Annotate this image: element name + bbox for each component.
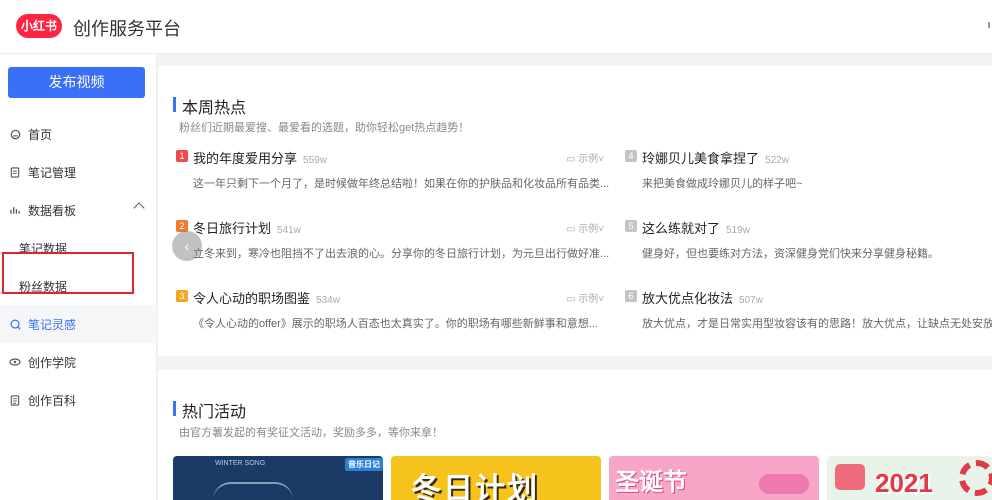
topic-count: 541w	[277, 225, 301, 236]
activity-card[interactable]: 圣诞节	[609, 456, 819, 500]
section-accent-bar	[173, 401, 176, 416]
example-link[interactable]: ▭ 示例˅	[566, 150, 604, 165]
hot-activities-panel: 热门活动 由官方薯发起的有奖征文活动，奖励多多，等你来拿！ WINTER SON…	[158, 370, 992, 500]
topic-description: 放大优点，才是日常实用型妆容该有的思路！放大优点，让缺点无处安放	[642, 318, 992, 330]
topic-description: 这一年只剩下一个月了，是时候做年终总结啦！如果在你的护肤品和化妆品所有品类...	[193, 178, 610, 190]
sidebar-item-label: 数据看板	[28, 203, 77, 218]
topic-title[interactable]: 冬日旅行计划 541w	[193, 218, 301, 237]
topic-description: 来把美食做成玲娜贝儿的样子吧~	[642, 178, 803, 190]
topic-description: 《令人心动的offer》展示的职场人百态也太真实了。你的职场有哪些新鲜事和意想.…	[193, 318, 598, 330]
sidebar-item-encyclopedia[interactable]: 创作百科	[0, 381, 157, 419]
topic-title[interactable]: 令人心动的职场图鉴 534w	[193, 288, 340, 307]
top-bar: 小红书 创作服务平台	[0, 0, 992, 54]
topic-title[interactable]: 我的年度爱用分享 559w	[193, 148, 327, 167]
sidebar-item-label: 首页	[28, 127, 53, 142]
sidebar-item-label: 粉丝数据	[19, 279, 68, 294]
menu-icon[interactable]	[988, 22, 992, 28]
rank-badge: 1	[176, 150, 188, 162]
topic-description: 健身好，但也要练对方法，资深健身党们快来分享健身秘籍。	[642, 248, 939, 260]
hot-topic-item[interactable]: 6 放大优点化妆法 507w 放大优点，才是日常实用型妆容该有的思路！放大优点，让…	[625, 290, 992, 350]
rank-badge: 6	[625, 290, 637, 302]
sidebar-item-note-data[interactable]: 笔记数据	[0, 229, 157, 267]
topic-title[interactable]: 玲娜贝儿美食拿捏了 522w	[642, 148, 789, 167]
topic-count: 559w	[303, 155, 327, 166]
hot-topic-item[interactable]: 1 我的年度爱用分享 559w ▭ 示例˅ 这一年只剩下一个月了，是时候做年终总结…	[176, 150, 616, 210]
sidebar-item-note-management[interactable]: 笔记管理	[0, 153, 157, 191]
card-decoration	[213, 482, 293, 500]
weekly-hot-panel: 本周热点 粉丝们近期最爱搜、最爱看的选题，助你轻松get热点趋势！ 1 我的年度…	[158, 66, 992, 356]
rank-badge: 3	[176, 290, 188, 302]
note-icon	[9, 166, 21, 178]
topic-title[interactable]: 这么练就对了 519w	[642, 218, 750, 237]
card-caption: 2021	[875, 468, 933, 498]
hot-topic-item[interactable]: 4 玲娜贝儿美食拿捏了 522w 来把美食做成玲娜贝儿的样子吧~	[625, 150, 992, 210]
example-icon: ▭	[566, 154, 579, 165]
card-decoration	[959, 460, 992, 496]
card-decoration	[759, 474, 809, 494]
sidebar-item-label: 笔记灵感	[28, 317, 77, 332]
card-tag: 音乐日记	[345, 458, 383, 471]
topic-count: 522w	[765, 155, 789, 166]
sidebar-item-fan-data[interactable]: 粉丝数据	[0, 267, 157, 305]
card-caption: WINTER SONG	[215, 460, 266, 467]
sidebar: 发布视频 首页 笔记管理 数据看板 笔记数据 粉丝数据 笔记灵感 创作学院 创作…	[0, 54, 157, 500]
academy-icon	[9, 356, 21, 368]
activity-card[interactable]: WINTER SONG 音乐日记	[173, 456, 383, 500]
example-icon: ▭	[566, 294, 579, 305]
hot-section-title: 本周热点	[182, 100, 247, 117]
brand-logo[interactable]: 小红书	[16, 14, 62, 38]
topic-description: 立冬来到，寒冷也阻挡不了出去浪的心。分享你的冬日旅行计划，为元旦出行做好准...	[193, 248, 610, 260]
camera-icon	[835, 464, 865, 490]
encyclopedia-icon	[9, 394, 21, 406]
example-link[interactable]: ▭ 示例˅	[566, 290, 604, 305]
hot-topic-item[interactable]: 3 令人心动的职场图鉴 534w ▭ 示例˅ 《令人心动的offer》展示的职场人…	[176, 290, 616, 350]
chart-icon	[9, 204, 21, 216]
activities-section-subtitle: 由官方薯发起的有奖征文活动，奖励多多，等你来拿！	[179, 427, 443, 439]
hot-section-subtitle: 粉丝们近期最爱搜、最爱看的选题，助你轻松get热点趋势！	[179, 122, 470, 134]
sidebar-item-academy[interactable]: 创作学院	[0, 343, 157, 381]
topic-title[interactable]: 放大优点化妆法 507w	[642, 288, 763, 307]
hot-topic-item[interactable]: 5 这么练就对了 519w 健身好，但也要练对方法，资深健身党们快来分享健身秘籍。	[625, 220, 992, 280]
example-icon: ▭	[566, 224, 579, 235]
sidebar-item-label: 创作百科	[28, 393, 77, 408]
activities-section-title: 热门活动	[182, 404, 247, 421]
chevron-up-icon[interactable]	[133, 202, 145, 214]
sidebar-item-label: 笔记管理	[28, 165, 77, 180]
sidebar-item-label: 创作学院	[28, 355, 77, 370]
section-accent-bar	[173, 97, 176, 112]
topic-count: 507w	[739, 295, 763, 306]
rank-badge: 5	[625, 220, 637, 232]
card-caption: 冬日计划	[411, 473, 539, 500]
inspiration-icon	[9, 318, 21, 330]
topic-count: 534w	[316, 295, 340, 306]
rank-badge: 4	[625, 150, 637, 162]
sidebar-item-data-board[interactable]: 数据看板	[0, 191, 157, 229]
carousel-prev-button[interactable]: ‹	[172, 231, 202, 261]
publish-video-button[interactable]: 发布视频	[8, 67, 145, 98]
content-top-gap	[158, 54, 992, 66]
activity-card[interactable]: 冬日计划	[391, 456, 601, 500]
card-caption: 圣诞节	[615, 469, 687, 496]
home-icon	[9, 128, 21, 140]
example-link[interactable]: ▭ 示例˅	[566, 220, 604, 235]
sidebar-item-home[interactable]: 首页	[0, 115, 157, 153]
topic-count: 519w	[726, 225, 750, 236]
chevron-left-icon: ‹	[184, 238, 190, 254]
hot-topic-item[interactable]: 2 冬日旅行计划 541w ▭ 示例˅ 立冬来到，寒冷也阻挡不了出去浪的心。分享你…	[176, 220, 616, 280]
sidebar-item-label: 笔记数据	[19, 241, 68, 256]
app-title: 创作服务平台	[73, 19, 181, 39]
sidebar-item-note-inspiration[interactable]: 笔记灵感	[0, 305, 157, 343]
activity-card[interactable]: 2021	[827, 456, 992, 500]
